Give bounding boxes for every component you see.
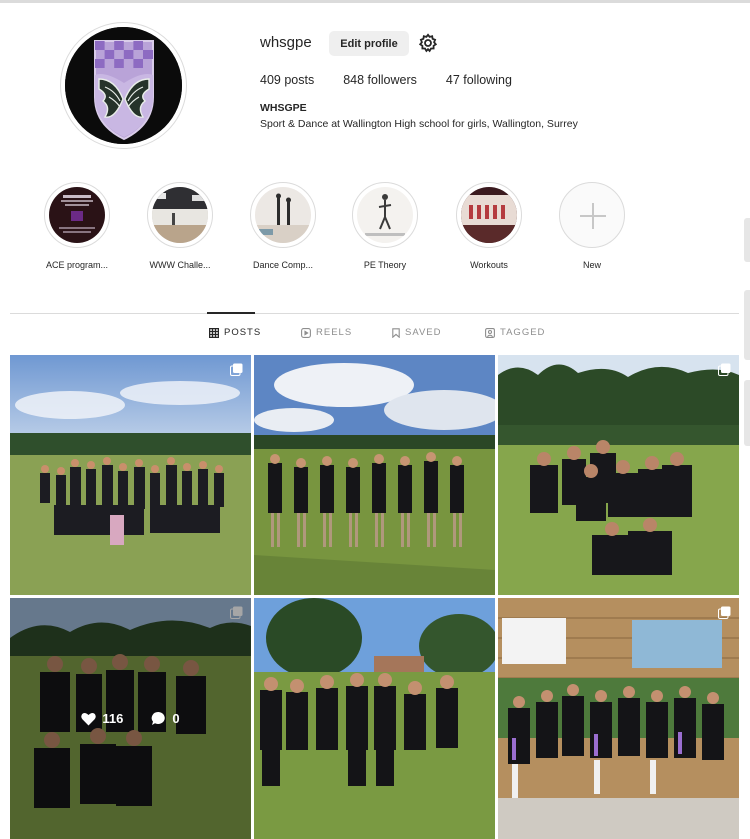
following-count[interactable]: 47 following — [446, 73, 512, 87]
post-thumbnail[interactable] — [10, 355, 251, 595]
tab-reels-label: REELS — [316, 327, 353, 338]
tabs-divider — [10, 313, 739, 314]
post-thumbnail[interactable] — [498, 598, 739, 839]
posts-count: 409 posts — [260, 73, 315, 87]
username: whsgpe — [260, 34, 312, 51]
bio-text: Sport & Dance at Wallington High school … — [260, 118, 578, 130]
dance-studio-cover-icon — [255, 187, 311, 243]
highlight-label: ACE program... — [45, 260, 109, 270]
post-thumbnail[interactable] — [254, 355, 495, 595]
tab-saved-label: SAVED — [405, 327, 442, 338]
tab-saved[interactable]: SAVED — [392, 327, 442, 338]
workout-stage-cover-icon — [461, 187, 517, 243]
post-photo — [10, 355, 251, 595]
profile-stats: 409 posts 848 followers 47 following — [260, 73, 541, 87]
reels-icon — [301, 327, 311, 338]
multiple-photos-icon — [718, 363, 731, 376]
school-crest-logo — [65, 27, 182, 144]
edit-profile-button[interactable]: Edit profile — [329, 31, 409, 56]
grid-icon — [209, 327, 219, 338]
post-photo — [498, 598, 739, 839]
tab-posts[interactable]: POSTS — [209, 327, 261, 338]
highlight-workouts[interactable]: Workouts — [444, 182, 534, 270]
comment-icon — [152, 711, 166, 725]
tab-tagged[interactable]: TAGGED — [485, 327, 545, 338]
ace-programme-cover-icon — [49, 187, 105, 243]
pe-theory-cover-icon — [357, 187, 413, 243]
post-photo — [254, 598, 495, 839]
comments-stat: 0 — [151, 711, 180, 726]
gym-hall-cover-icon — [152, 187, 208, 243]
highlight-label: Dance Comp... — [252, 260, 314, 270]
highlight-ace-programme[interactable]: ACE program... — [32, 182, 122, 270]
multiple-photos-icon — [718, 606, 731, 619]
highlight-dance-comp[interactable]: Dance Comp... — [238, 182, 328, 270]
active-tab-indicator — [207, 312, 255, 314]
post-hover-overlay: 116 0 — [10, 598, 251, 839]
highlight-label: WWW Challe... — [149, 260, 211, 270]
highlight-www-challenge[interactable]: WWW Challe... — [135, 182, 225, 270]
edge-handle — [744, 218, 750, 262]
full-name: WHSGPE — [260, 102, 307, 114]
highlight-new[interactable]: New — [547, 182, 637, 270]
highlight-label: PE Theory — [363, 260, 407, 270]
edge-handle — [744, 290, 750, 360]
tab-reels[interactable]: REELS — [301, 327, 352, 338]
highlight-label: Workouts — [470, 260, 508, 270]
heart-icon — [81, 712, 97, 725]
post-photo — [254, 355, 495, 595]
tab-tagged-label: TAGGED — [500, 327, 546, 338]
settings-gear-icon[interactable] — [418, 33, 438, 53]
plus-icon — [580, 203, 606, 229]
tagged-icon — [485, 327, 495, 338]
highlight-label: New — [582, 260, 601, 270]
post-thumbnail[interactable] — [498, 355, 739, 595]
bookmark-icon — [392, 327, 400, 338]
edge-handle — [744, 380, 750, 446]
post-thumbnail[interactable]: 116 0 — [10, 598, 251, 839]
tab-posts-label: POSTS — [224, 327, 262, 338]
likes-count: 116 — [102, 711, 124, 726]
profile-avatar[interactable] — [60, 22, 187, 149]
post-thumbnail[interactable] — [254, 598, 495, 839]
likes-stat: 116 — [81, 711, 123, 726]
top-divider — [0, 0, 750, 3]
highlight-pe-theory[interactable]: PE Theory — [340, 182, 430, 270]
multiple-photos-icon — [230, 363, 243, 376]
post-photo — [498, 355, 739, 595]
comments-count: 0 — [172, 711, 180, 726]
followers-count[interactable]: 848 followers — [343, 73, 417, 87]
